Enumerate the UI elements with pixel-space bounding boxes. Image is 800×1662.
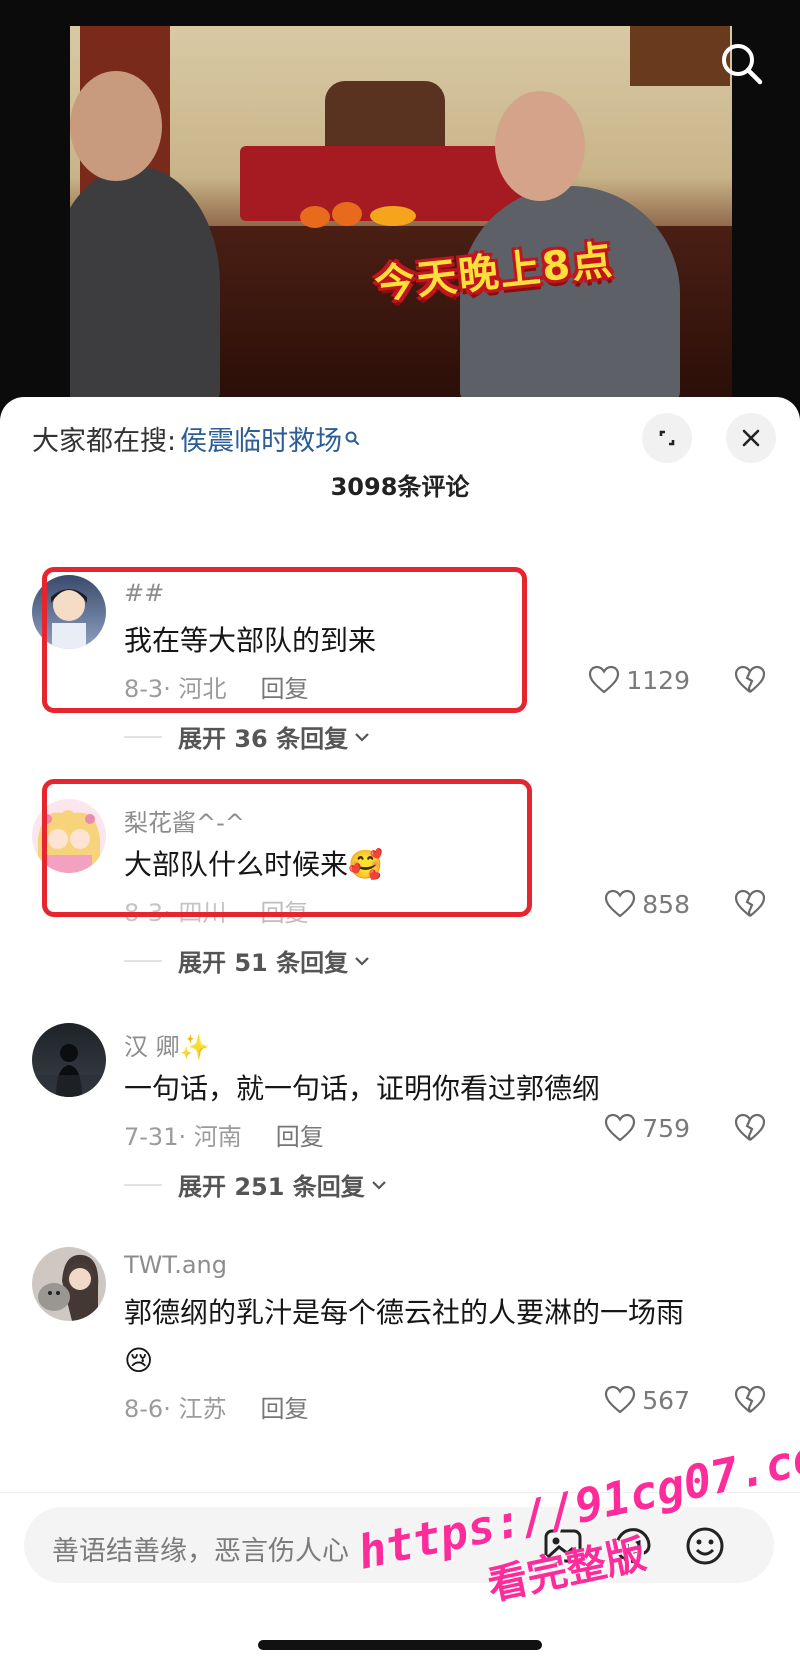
like-button[interactable]: 1129 [588, 665, 690, 695]
expand-icon [659, 430, 675, 446]
chevron-down-icon [355, 732, 369, 742]
avatar[interactable] [32, 1023, 106, 1097]
hot-search-link[interactable]: 侯震临时救场 [180, 419, 362, 458]
comment-item: 汉 卿✨ 一句话，就一句话，证明你看过郭德纲 7-31· 河南 回复 759 展开… [0, 1023, 800, 1223]
search-icon[interactable] [716, 38, 768, 90]
comment-date-location: 7-31· 河南 [124, 1123, 242, 1151]
home-indicator[interactable] [258, 1640, 542, 1650]
expand-replies-button[interactable]: 展开 36 条回复 [124, 719, 370, 754]
expand-replies-label[interactable]: 展开 251 条回复 [178, 1167, 365, 1202]
divider [124, 1183, 162, 1186]
divider [124, 735, 162, 738]
hot-search: 大家都在搜: 侯震临时救场 [32, 419, 362, 458]
comment-input-placeholder[interactable]: 善语结善缘，恶言伤人心 [52, 1529, 349, 1568]
heart-icon [589, 665, 620, 694]
comment-text: 郭德纲的乳汁是每个德云社的人要淋的一场雨 😢 [124, 1289, 744, 1385]
like-count: 1129 [626, 665, 690, 695]
comment-date-location: 8-6· 江苏 [124, 1395, 227, 1423]
heart-icon [605, 1385, 636, 1414]
dislike-button[interactable] [734, 889, 766, 923]
image-icon[interactable] [542, 1525, 584, 1567]
sheet-header: 大家都在搜: 侯震临时救场 3098条评论 [0, 397, 800, 567]
like-button[interactable]: 858 [604, 889, 690, 919]
comment-meta: 7-31· 河南 回复 [124, 1117, 324, 1152]
emoji-icon[interactable] [684, 1525, 726, 1567]
comment-item: TWT.ang 郭德纲的乳汁是每个德云社的人要淋的一场雨 😢 8-6· 江苏 回复… [0, 1247, 800, 1487]
person-right-head [495, 91, 585, 201]
reply-button[interactable]: 回复 [276, 1123, 324, 1151]
close-icon [742, 429, 760, 447]
dislike-button[interactable] [734, 665, 766, 699]
comment-username[interactable]: 汉 卿✨ [124, 1027, 210, 1062]
reply-button[interactable]: 回复 [260, 1395, 308, 1423]
hot-search-link-text[interactable]: 侯震临时救场 [180, 419, 342, 458]
broken-heart-icon [734, 665, 766, 693]
broken-heart-icon [734, 1113, 766, 1141]
comments-sheet: 大家都在搜: 侯震临时救场 3098条评论 ## 我在等大部队的到来 8-3· … [0, 397, 800, 1662]
expand-replies-button[interactable]: 展开 51 条回复 [124, 943, 370, 978]
comment-meta: 8-6· 江苏 回复 [124, 1389, 308, 1424]
person-left-body [70, 166, 220, 402]
small-search-icon [345, 431, 360, 445]
comment-username[interactable]: TWT.ang [124, 1251, 227, 1279]
comment-input-bar: 善语结善缘，恶言伤人心 [0, 1492, 800, 1662]
expand-replies-label[interactable]: 展开 51 条回复 [178, 943, 348, 978]
avatar[interactable] [32, 1247, 106, 1321]
comment-text: 一句话，就一句话，证明你看过郭德纲 [124, 1072, 601, 1105]
video-frame: 今天晚上8点 [70, 26, 732, 402]
chevron-down-icon [372, 1180, 386, 1190]
fruit [300, 206, 330, 228]
expand-button[interactable] [642, 413, 692, 463]
wall-painting [630, 26, 730, 86]
heart-icon [605, 1113, 636, 1142]
hot-search-prefix: 大家都在搜: [32, 426, 177, 457]
broken-heart-icon [734, 889, 766, 917]
comment-text-line: 😢 [124, 1344, 154, 1377]
expand-replies-button[interactable]: 展开 251 条回复 [124, 1167, 387, 1202]
person-left-head [70, 71, 162, 181]
at-icon[interactable] [612, 1525, 654, 1567]
highlight-box [42, 567, 527, 713]
highlight-box [42, 779, 532, 917]
like-button[interactable]: 759 [604, 1113, 690, 1143]
like-count: 567 [642, 1385, 690, 1415]
video-player[interactable]: 今天晚上8点 [0, 0, 800, 420]
comment-text-line: 郭德纲的乳汁是每个德云社的人要淋的一场雨 [124, 1296, 685, 1329]
heart-icon [605, 889, 636, 918]
fruit [332, 202, 362, 226]
dislike-button[interactable] [734, 1385, 766, 1419]
fruit [370, 206, 416, 226]
like-count: 759 [642, 1113, 690, 1143]
comment-count: 3098条评论 [330, 473, 470, 501]
like-button[interactable]: 567 [604, 1385, 690, 1415]
like-count: 858 [642, 889, 690, 919]
close-button[interactable] [726, 413, 776, 463]
broken-heart-icon [734, 1385, 766, 1413]
chevron-down-icon [355, 956, 369, 966]
comment-input[interactable]: 善语结善缘，恶言伤人心 [24, 1507, 774, 1583]
divider [124, 959, 162, 962]
expand-replies-label[interactable]: 展开 36 条回复 [178, 719, 348, 754]
dislike-button[interactable] [734, 1113, 766, 1147]
